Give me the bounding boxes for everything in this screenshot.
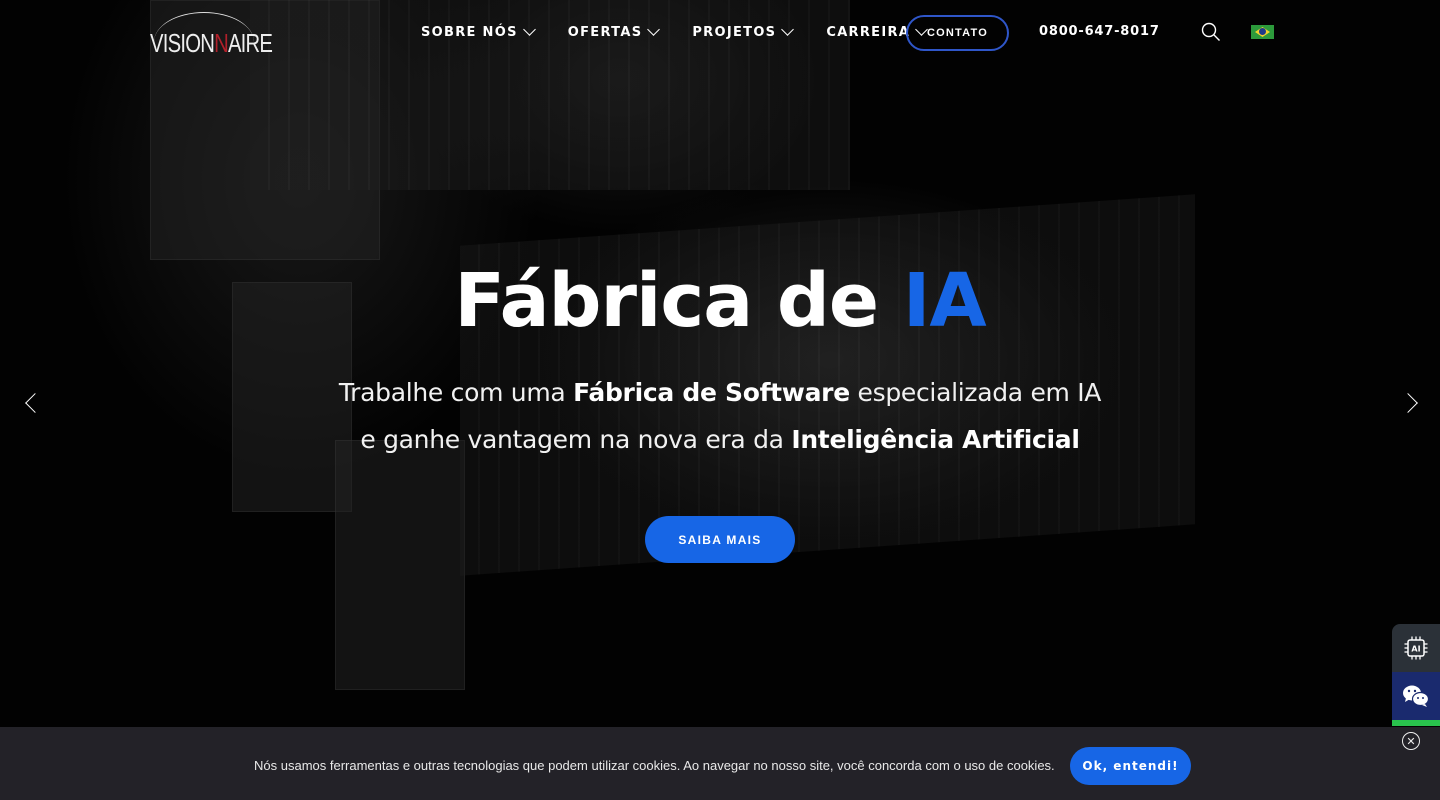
logo[interactable]: VISIONNAIRE	[150, 10, 273, 58]
wechat-button[interactable]	[1392, 672, 1440, 720]
close-icon[interactable]: ✕	[1402, 732, 1420, 750]
saiba-mais-button[interactable]: SAIBA MAIS	[645, 516, 795, 563]
hero-subtitle-line-2: e ganhe vantagem na nova era da Inteligê…	[360, 425, 1080, 454]
nav-item-projetos[interactable]: PROJETOS	[692, 20, 795, 44]
main-nav: SOBRE NÓS OFERTAS PROJETOS CARREIRA	[421, 20, 929, 44]
hero-title-accent: IA	[902, 258, 987, 344]
hero-subtitle-line-1: Trabalhe com uma Fábrica de Software esp…	[338, 378, 1102, 407]
brazil-flag-icon[interactable]	[1251, 25, 1274, 39]
nav-label: SOBRE NÓS	[421, 24, 518, 40]
chevron-down-icon	[522, 22, 536, 36]
bg-server-shape	[335, 440, 465, 690]
nav-item-sobre-nos[interactable]: SOBRE NÓS	[421, 20, 536, 44]
svg-text:AI: AI	[1411, 645, 1420, 654]
cookie-banner: Nós usamos ferramentas e outras tecnolog…	[0, 727, 1440, 800]
nav-label: OFERTAS	[567, 24, 643, 40]
flag-circle	[1259, 28, 1266, 35]
ai-chip-icon: AI	[1404, 636, 1428, 660]
cookie-accept-button[interactable]: Ok, entendi!	[1070, 747, 1191, 785]
cookie-text: Nós usamos ferramentas e outras tecnolog…	[254, 758, 1055, 773]
nav-label: CARREIRA	[826, 24, 911, 40]
side-widget-panel: AI	[1392, 624, 1440, 726]
side-widget-green-bar	[1392, 720, 1440, 726]
wechat-icon	[1403, 685, 1430, 707]
phone-link[interactable]: 0800-647-8017	[1039, 24, 1160, 39]
chevron-down-icon	[781, 22, 795, 36]
nav-label: PROJETOS	[692, 24, 777, 40]
ai-chip-button[interactable]: AI	[1392, 624, 1440, 672]
nav-item-ofertas[interactable]: OFERTAS	[567, 20, 661, 44]
chevron-down-icon	[647, 22, 661, 36]
logo-text: VISIONNAIRE	[150, 28, 273, 58]
hero-title: Fábrica de IA	[454, 258, 987, 344]
contact-button[interactable]: CONTATO	[906, 15, 1009, 51]
search-icon[interactable]	[1201, 22, 1221, 42]
